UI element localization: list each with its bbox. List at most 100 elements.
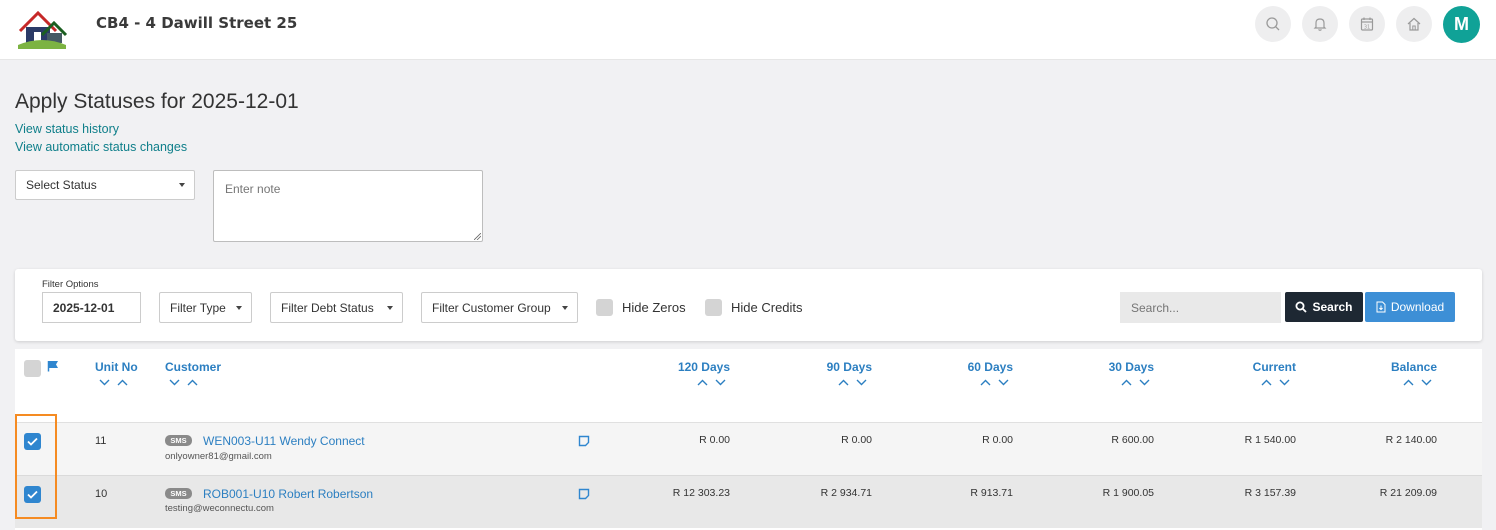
hide-zeros-label: Hide Zeros <box>622 300 686 315</box>
sort-up-icon[interactable] <box>697 379 708 386</box>
sort-down-icon[interactable] <box>856 379 867 386</box>
search-icon <box>1295 301 1308 313</box>
sort-down-icon[interactable] <box>1139 379 1150 386</box>
download-button[interactable]: Download <box>1365 292 1455 322</box>
search-icon <box>1266 17 1280 31</box>
header-current[interactable]: Current <box>1196 360 1296 374</box>
view-automatic-status-changes-link[interactable]: View automatic status changes <box>15 140 187 154</box>
hide-credits-checkbox[interactable] <box>705 299 722 316</box>
sms-badge: SMS <box>165 488 192 499</box>
60-days-cell: R 0.00 <box>982 434 1013 446</box>
table-row: 11 SMS WEN003-U11 Wendy Connect onlyowne… <box>15 422 1482 475</box>
header-90-days[interactable]: 90 Days <box>772 360 872 374</box>
select-status-dropdown[interactable]: Select Status <box>15 170 195 200</box>
top-bar: CB4 - 4 Dawill Street 25 31 M <box>0 0 1496 60</box>
search-input[interactable] <box>1120 292 1281 323</box>
current-sort <box>1261 379 1290 386</box>
120-days-cell: R 12 303.23 <box>672 487 730 499</box>
search-button-label: Search <box>1312 300 1353 314</box>
sort-up-icon[interactable] <box>980 379 991 386</box>
unit-no-cell: 10 <box>95 488 108 500</box>
notifications-button[interactable] <box>1302 6 1338 42</box>
sort-down-icon[interactable] <box>715 379 726 386</box>
filter-options-label: Filter Options <box>42 279 99 290</box>
selection-highlight <box>15 414 57 519</box>
hide-credits-label: Hide Credits <box>731 300 803 315</box>
customer-email: onlyowner81@gmail.com <box>165 451 272 462</box>
chevron-down-icon <box>562 305 568 310</box>
customer-sort <box>169 379 198 386</box>
note-textarea[interactable] <box>213 170 483 242</box>
home-button[interactable] <box>1396 6 1432 42</box>
balance-sort <box>1403 379 1432 386</box>
sort-down-icon[interactable] <box>169 379 180 386</box>
balance-cell: R 2 140.00 <box>1385 434 1437 446</box>
filter-type-label: Filter Type <box>170 300 226 315</box>
logo-icon[interactable] <box>16 5 68 51</box>
calendar-icon: 31 <box>1360 17 1374 31</box>
header-customer[interactable]: Customer <box>165 360 221 374</box>
avatar[interactable]: M <box>1443 6 1480 43</box>
header-balance[interactable]: Balance <box>1337 360 1437 374</box>
30-days-sort <box>1121 379 1150 386</box>
table-row: 10 SMS ROB001-U10 Robert Robertson testi… <box>15 475 1482 528</box>
customer-link[interactable]: ROB001-U10 Robert Robertson <box>203 487 373 501</box>
note-icon[interactable] <box>578 435 590 447</box>
30-days-cell: R 600.00 <box>1111 434 1154 446</box>
sort-down-icon[interactable] <box>1279 379 1290 386</box>
filter-panel: Filter Options 2025-12-01 Filter Type Fi… <box>15 269 1482 341</box>
customer-email: testing@weconnectu.com <box>165 503 274 514</box>
calendar-day: 31 <box>1364 24 1370 30</box>
current-cell: R 3 157.39 <box>1244 487 1296 499</box>
header-60-days[interactable]: 60 Days <box>913 360 1013 374</box>
90-days-cell: R 0.00 <box>841 434 872 446</box>
sort-up-icon[interactable] <box>187 379 198 386</box>
select-status-label: Select Status <box>26 178 97 192</box>
header-unit-no[interactable]: Unit No <box>95 360 138 374</box>
note-icon[interactable] <box>578 488 590 500</box>
unit-no-sort <box>99 379 128 386</box>
filter-type-dropdown[interactable]: Filter Type <box>159 292 252 323</box>
header-30-days[interactable]: 30 Days <box>1054 360 1154 374</box>
60-days-sort <box>980 379 1009 386</box>
sort-down-icon[interactable] <box>99 379 110 386</box>
chevron-down-icon <box>179 183 185 187</box>
balance-cell: R 21 209.09 <box>1379 487 1437 499</box>
filter-date-input[interactable]: 2025-12-01 <box>42 292 141 323</box>
sort-up-icon[interactable] <box>1403 379 1414 386</box>
30-days-cell: R 1 900.05 <box>1102 487 1154 499</box>
120-days-cell: R 0.00 <box>699 434 730 446</box>
unit-no-cell: 11 <box>95 435 107 447</box>
90-days-sort <box>838 379 867 386</box>
calendar-button[interactable]: 31 <box>1349 6 1385 42</box>
header-120-days[interactable]: 120 Days <box>630 360 730 374</box>
search-button[interactable] <box>1255 6 1291 42</box>
resize-handle-icon[interactable] <box>474 233 481 240</box>
bell-icon <box>1313 18 1327 31</box>
file-download-icon <box>1376 301 1386 313</box>
filter-debt-status-dropdown[interactable]: Filter Debt Status <box>270 292 403 323</box>
60-days-cell: R 913.71 <box>970 487 1013 499</box>
sort-up-icon[interactable] <box>1261 379 1272 386</box>
120-days-sort <box>697 379 726 386</box>
view-status-history-link[interactable]: View status history <box>15 122 119 136</box>
sort-up-icon[interactable] <box>838 379 849 386</box>
chevron-down-icon <box>236 305 242 310</box>
search-button[interactable]: Search <box>1285 292 1363 322</box>
sort-up-icon[interactable] <box>117 379 128 386</box>
sort-down-icon[interactable] <box>998 379 1009 386</box>
customer-link[interactable]: WEN003-U11 Wendy Connect <box>203 434 365 448</box>
sms-badge: SMS <box>165 435 192 446</box>
home-icon <box>1407 17 1421 31</box>
filter-customer-group-dropdown[interactable]: Filter Customer Group <box>421 292 578 323</box>
hide-zeros-checkbox[interactable] <box>596 299 613 316</box>
flag-icon[interactable] <box>47 360 59 372</box>
sort-down-icon[interactable] <box>1421 379 1432 386</box>
90-days-cell: R 2 934.71 <box>820 487 872 499</box>
select-all-checkbox[interactable] <box>24 360 41 377</box>
page-title: Apply Statuses for 2025-12-01 <box>15 90 299 113</box>
status-table: Unit No Customer 120 Days 90 Days 60 Day… <box>15 349 1482 530</box>
sort-up-icon[interactable] <box>1121 379 1132 386</box>
filter-debt-status-label: Filter Debt Status <box>281 300 374 315</box>
filter-customer-group-label: Filter Customer Group <box>432 300 551 315</box>
